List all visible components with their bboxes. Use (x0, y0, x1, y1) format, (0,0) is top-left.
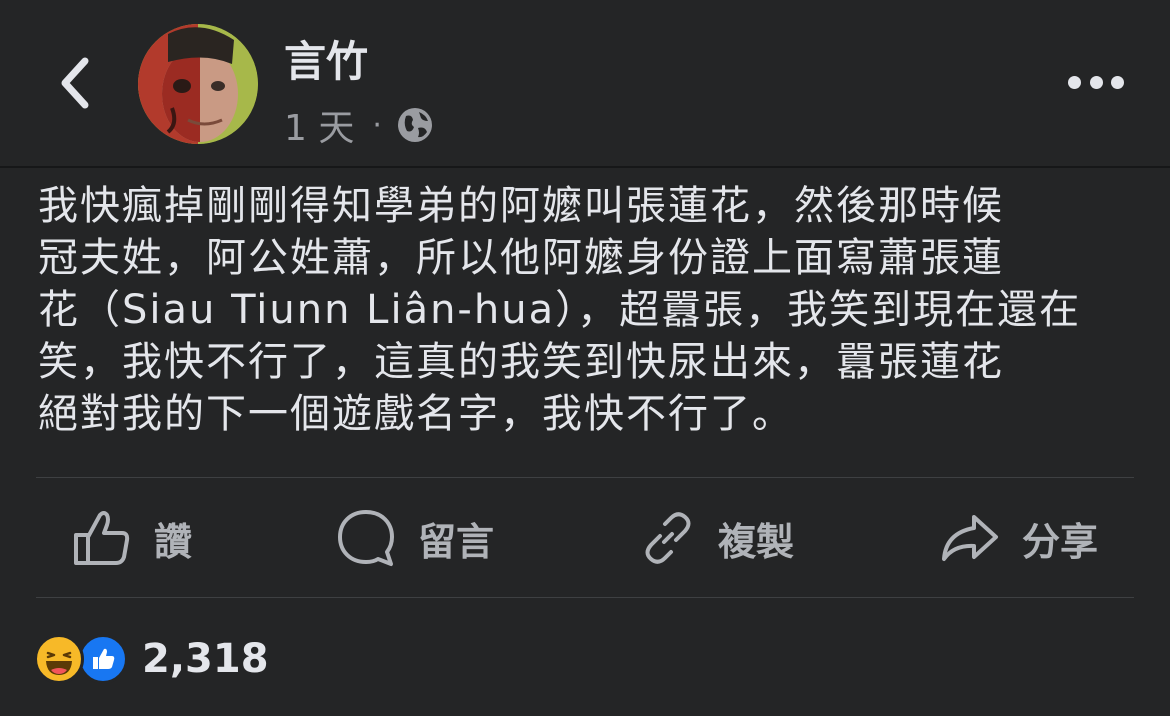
share-label: 分享 (1022, 519, 1099, 564)
link-icon (645, 512, 691, 564)
back-button[interactable] (44, 48, 104, 118)
more-options-button[interactable] (1068, 62, 1124, 102)
post-meta: 1 天 · (284, 100, 434, 150)
copy-label: 複製 (718, 519, 795, 564)
post-time[interactable]: 1 天 (284, 99, 354, 151)
like-button[interactable]: 讚 (72, 478, 192, 598)
haha-icon (34, 634, 84, 684)
more-dot-icon (1068, 75, 1081, 89)
copy-link-button[interactable]: 複製 (640, 478, 794, 598)
post-body-text: 我快瘋掉剛剛得知學弟的阿嬤叫張蓮花，然後那時候 冠夫姓，阿公姓蕭，所以他阿嬤身份… (38, 183, 1082, 437)
thumbs-up-icon (74, 511, 130, 565)
chevron-left-icon (61, 57, 89, 109)
share-icon (942, 515, 998, 561)
share-button[interactable]: 分享 (940, 478, 1098, 598)
reaction-count[interactable]: 2,318 (142, 636, 269, 682)
author-name[interactable]: 言竹 (284, 34, 368, 90)
post-header: 言竹 1 天 · (0, 0, 1170, 168)
more-dot-icon (1089, 75, 1103, 89)
comment-icon (338, 510, 394, 566)
meta-separator: · (372, 107, 382, 143)
comment-button[interactable]: 留言 (336, 478, 494, 598)
more-dot-icon (1111, 75, 1124, 89)
avatar[interactable] (138, 24, 258, 144)
divider (36, 597, 1134, 598)
reactions-summary[interactable]: 2,318 (34, 632, 269, 686)
comment-label: 留言 (418, 519, 495, 564)
like-label: 讚 (154, 519, 193, 564)
globe-icon (397, 108, 432, 142)
like-icon (78, 634, 128, 684)
action-bar: 讚 留言 複製 分享 (36, 478, 1134, 598)
